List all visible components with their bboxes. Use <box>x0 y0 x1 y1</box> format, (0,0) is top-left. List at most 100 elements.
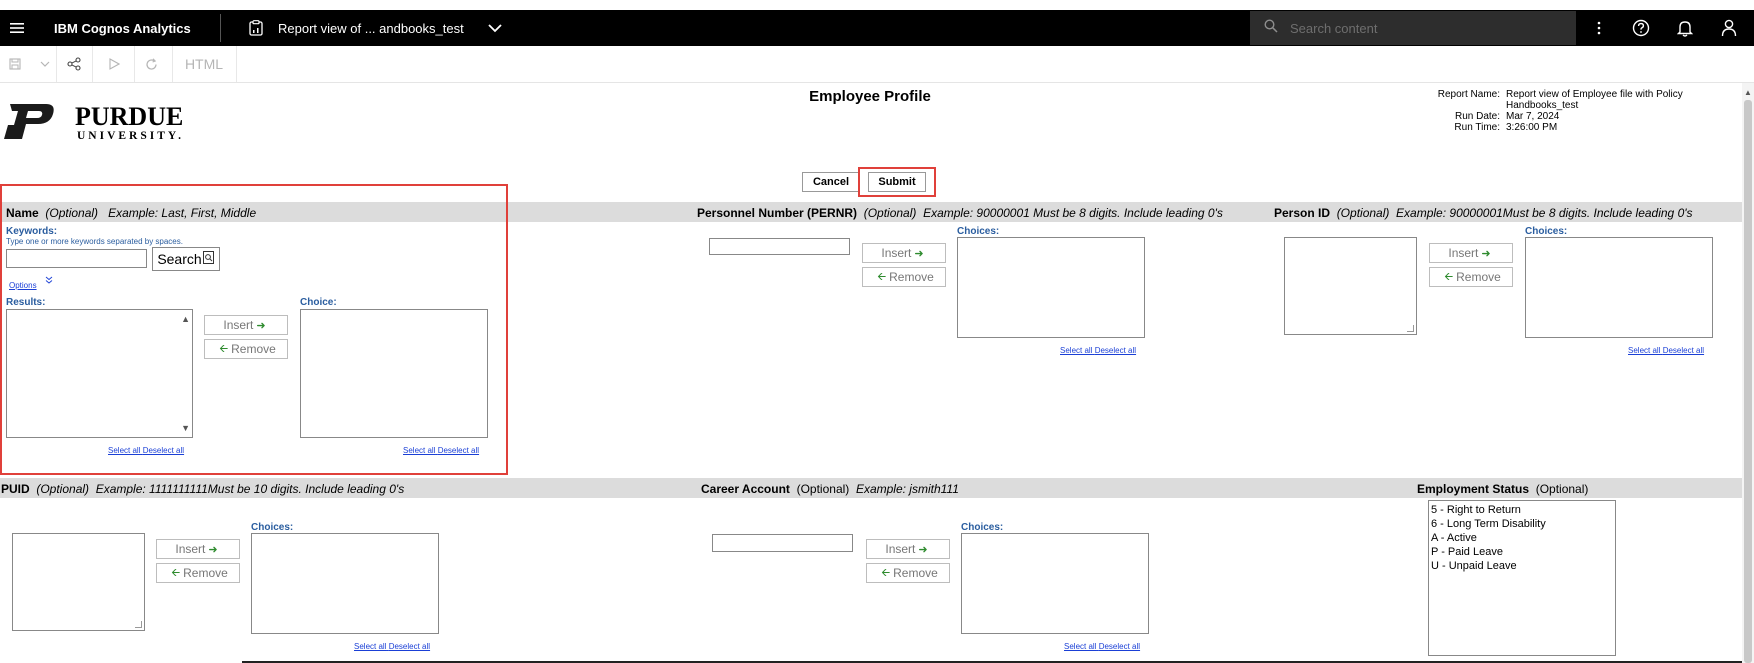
notifications-bell-icon[interactable] <box>1670 10 1700 46</box>
optional-tag: (Optional) <box>1336 206 1390 220</box>
person-id-textarea[interactable] <box>1284 237 1417 335</box>
top-navigation-bar: IBM Cognos Analytics Report view of ... … <box>0 10 1754 46</box>
more-options-icon[interactable] <box>1584 10 1614 46</box>
left-arrow-icon: 🡨 <box>877 270 887 283</box>
select-all-link[interactable]: Select all <box>1064 642 1096 651</box>
logo-wordmark: PURDUE <box>75 103 183 131</box>
report-name-value-cont: Handbooks_test <box>1506 100 1579 111</box>
left-arrow-icon: 🡨 <box>171 566 181 579</box>
person-id-choices-listbox[interactable] <box>1525 237 1713 338</box>
right-arrow-icon: ➜ <box>1481 247 1491 260</box>
optional-tag: (Optional) <box>863 206 917 220</box>
remove-button[interactable]: 🡨 Remove <box>156 563 240 583</box>
cancel-button[interactable]: Cancel <box>802 172 860 192</box>
run-play-icon[interactable] <box>104 46 124 82</box>
remove-button[interactable]: 🡨 Remove <box>1429 267 1513 287</box>
run-time-label: Run Time: <box>1454 122 1500 133</box>
employment-status-prompt-title: Employment Status (Optional) <box>1417 482 1588 496</box>
resize-handle-icon[interactable] <box>135 621 142 628</box>
deselect-all-link[interactable]: Deselect all <box>389 642 430 651</box>
insert-label: Insert <box>175 542 206 556</box>
user-profile-icon[interactable] <box>1714 10 1744 46</box>
deselect-all-link[interactable]: Deselect all <box>1663 346 1704 355</box>
select-all-link[interactable]: Select all <box>1628 346 1660 355</box>
insert-button[interactable]: Insert ➜ <box>862 243 946 263</box>
remove-label: Remove <box>893 566 938 580</box>
optional-tag: (Optional) <box>36 482 90 496</box>
pernr-select-links: Select all Deselect all <box>1060 346 1136 355</box>
scrollbar-thumb[interactable] <box>1744 100 1752 663</box>
puid-prompt-label: PUID <box>1 482 30 496</box>
employment-status-listbox[interactable]: 5 - Right to Return 6 - Long Term Disabi… <box>1428 500 1616 656</box>
right-arrow-icon: ➜ <box>914 247 924 260</box>
search-input[interactable] <box>1288 19 1552 37</box>
puid-prompt-title: PUID (Optional) Example: 1111111111Must … <box>1 482 404 496</box>
insert-label: Insert <box>1448 246 1479 260</box>
puid-select-links: Select all Deselect all <box>354 642 430 651</box>
career-account-prompt-label: Career Account <box>701 482 790 496</box>
divider <box>56 46 57 82</box>
status-option[interactable]: P - Paid Leave <box>1431 545 1615 559</box>
pernr-prompt-title: Personnel Number (PERNR) (Optional) Exam… <box>697 206 1223 220</box>
status-option[interactable]: 5 - Right to Return <box>1431 503 1615 517</box>
submit-highlight-box <box>858 167 936 197</box>
select-all-link[interactable]: Select all <box>1060 346 1092 355</box>
resize-handle-icon[interactable] <box>1407 325 1414 332</box>
search-icon <box>1264 18 1278 38</box>
optional-tag: (Optional) <box>796 482 850 496</box>
career-account-input[interactable] <box>712 534 853 552</box>
career-account-prompt-title: Career Account (Optional) Example: jsmit… <box>701 482 959 496</box>
insert-button[interactable]: Insert ➜ <box>156 539 240 559</box>
example-text: Example: 90000001 Must be 8 digits. Incl… <box>923 206 1223 220</box>
choices-label: Choices: <box>251 522 294 533</box>
divider <box>92 46 93 82</box>
right-arrow-icon: ➜ <box>918 543 928 556</box>
optional-tag: (Optional) <box>1535 482 1589 496</box>
report-name-value: Report view of Employee file with Policy <box>1506 89 1683 100</box>
pernr-input[interactable] <box>709 238 850 255</box>
puid-textarea[interactable] <box>12 533 145 631</box>
app-name[interactable]: IBM Cognos Analytics <box>54 10 191 46</box>
scroll-up-arrow-icon[interactable]: ▲ <box>1744 88 1752 97</box>
example-text: Example: 90000001Must be 8 digits. Inclu… <box>1396 206 1693 220</box>
chevron-down-icon[interactable] <box>488 10 502 46</box>
pernr-choices-listbox[interactable] <box>957 237 1145 338</box>
chevron-down-icon[interactable] <box>36 46 54 82</box>
status-option[interactable]: 6 - Long Term Disability <box>1431 517 1615 531</box>
save-icon[interactable] <box>6 46 24 82</box>
run-date-label: Run Date: <box>1454 111 1500 122</box>
puid-choices-listbox[interactable] <box>251 533 439 634</box>
remove-label: Remove <box>183 566 228 580</box>
remove-button[interactable]: 🡨 Remove <box>866 563 950 583</box>
insert-button[interactable]: Insert ➜ <box>1429 243 1513 263</box>
status-option[interactable]: U - Unpaid Leave <box>1431 559 1615 573</box>
career-account-choices-listbox[interactable] <box>961 533 1149 634</box>
insert-button[interactable]: Insert ➜ <box>866 539 950 559</box>
insert-label: Insert <box>885 542 916 556</box>
person-id-select-links: Select all Deselect all <box>1628 346 1704 355</box>
divider <box>220 14 221 42</box>
report-title-tab[interactable]: Report view of ... andbooks_test <box>278 10 464 46</box>
report-toolbar: HTML <box>0 46 1754 83</box>
select-all-link[interactable]: Select all <box>354 642 386 651</box>
hamburger-menu-icon[interactable] <box>10 10 24 46</box>
refresh-icon[interactable] <box>141 46 161 82</box>
divider <box>134 46 135 82</box>
search-box[interactable] <box>1250 11 1576 45</box>
divider <box>236 46 237 82</box>
example-text: Example: jsmith111 <box>855 482 959 496</box>
status-option[interactable]: A - Active <box>1431 531 1615 545</box>
deselect-all-link[interactable]: Deselect all <box>1095 346 1136 355</box>
name-prompt-highlight-box <box>0 184 508 475</box>
career-account-select-links: Select all Deselect all <box>1064 642 1140 651</box>
divider <box>172 46 173 82</box>
remove-button[interactable]: 🡨 Remove <box>862 267 946 287</box>
remove-label: Remove <box>1456 270 1501 284</box>
share-icon[interactable] <box>64 46 84 82</box>
person-id-prompt-title: Person ID (Optional) Example: 90000001Mu… <box>1274 206 1693 220</box>
report-heading: Employee Profile <box>809 88 931 105</box>
html-format-button[interactable]: HTML <box>180 46 228 82</box>
help-icon[interactable] <box>1626 10 1656 46</box>
deselect-all-link[interactable]: Deselect all <box>1099 642 1140 651</box>
person-id-prompt-label: Person ID <box>1274 206 1331 220</box>
